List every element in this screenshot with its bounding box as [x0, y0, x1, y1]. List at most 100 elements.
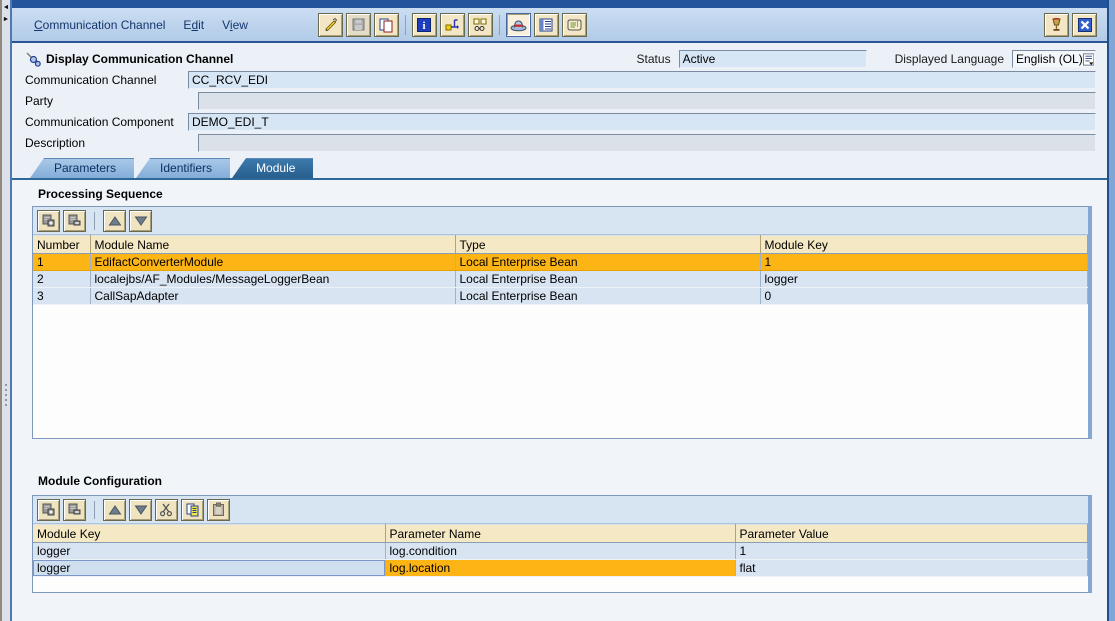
processing-sequence-toolbar	[33, 207, 1088, 235]
tab-parameters[interactable]: Parameters	[30, 158, 134, 178]
table-row-selected[interactable]: 1 EdifactConverterModule Local Enterpris…	[33, 254, 1088, 271]
cell-module-name[interactable]: CallSapAdapter	[90, 288, 455, 305]
communication-channel-field[interactable]: CC_RCV_EDI	[188, 71, 1096, 89]
main-panel: Communication Channel Edit View i	[12, 0, 1107, 621]
table-row[interactable]: 2 localejbs/AF_Modules/MessageLoggerBean…	[33, 271, 1088, 288]
cell-parameter-name-selected[interactable]: log.location	[385, 560, 735, 577]
cell-number[interactable]: 1	[33, 254, 90, 271]
tab-identifiers[interactable]: Identifiers	[136, 158, 230, 178]
cell-type[interactable]: Local Enterprise Bean	[455, 288, 760, 305]
table-row[interactable]: logger log.location flat	[33, 560, 1088, 577]
column-header-module-key[interactable]: Module Key	[33, 525, 385, 543]
cell-parameter-value[interactable]: flat	[735, 560, 1088, 577]
displayed-language-combo[interactable]: English (OL)	[1012, 50, 1096, 68]
cell-module-name[interactable]: localejbs/AF_Modules/MessageLoggerBean	[90, 271, 455, 288]
status-field[interactable]: Active	[679, 50, 867, 68]
cell-module-key[interactable]: logger	[33, 543, 385, 560]
cell-parameter-value[interactable]: 1	[735, 543, 1088, 560]
menu-edit[interactable]: Edit	[183, 18, 204, 32]
tab-strip: Parameters Identifiers Module	[12, 157, 1107, 180]
splitter-handle-icon[interactable]	[5, 384, 7, 406]
insert-row-button[interactable]	[37, 210, 60, 232]
tab-module[interactable]: Module	[232, 158, 313, 178]
cell-module-key[interactable]: 0	[760, 288, 1088, 305]
module-configuration-grid: Module Key Parameter Name Parameter Valu…	[32, 495, 1092, 593]
references-button[interactable]	[440, 13, 465, 37]
administration-button[interactable]	[506, 13, 531, 37]
insert-row-button[interactable]	[37, 499, 60, 521]
right-window-edge	[1107, 0, 1115, 621]
processing-sequence-heading: Processing Sequence	[25, 187, 1107, 201]
copy-object-button[interactable]	[374, 13, 399, 37]
description-field[interactable]	[198, 134, 1096, 152]
move-up-button[interactable]	[103, 210, 126, 232]
delete-row-button[interactable]	[63, 210, 86, 232]
audit-log-button[interactable]	[562, 13, 587, 37]
delete-row-button[interactable]	[63, 499, 86, 521]
menu-view[interactable]: View	[222, 18, 248, 32]
status-goblet-button[interactable]	[1044, 13, 1069, 37]
menu-communication-channel[interactable]: Communication Channel	[34, 18, 165, 32]
table-row[interactable]: 3 CallSapAdapter Local Enterprise Bean 0	[33, 288, 1088, 305]
column-header-type[interactable]: Type	[455, 236, 760, 254]
table-row[interactable]: logger log.condition 1	[33, 543, 1088, 560]
move-up-icon	[108, 215, 122, 227]
window-top-strip	[12, 0, 1107, 8]
communication-component-field[interactable]: DEMO_EDI_T	[188, 113, 1096, 131]
party-label: Party	[25, 92, 188, 108]
insert-row-icon	[41, 502, 56, 517]
move-down-button[interactable]	[129, 499, 152, 521]
column-header-parameter-name[interactable]: Parameter Name	[385, 525, 735, 543]
menu-label: V	[222, 18, 230, 32]
cell-parameter-name[interactable]: log.condition	[385, 543, 735, 560]
move-up-button[interactable]	[103, 499, 126, 521]
cell-number[interactable]: 2	[33, 271, 90, 288]
splitter-rail[interactable]: ◄ ►	[0, 0, 12, 621]
move-down-icon	[134, 215, 148, 227]
status-label: Status	[637, 52, 671, 66]
move-down-button[interactable]	[129, 210, 152, 232]
column-header-parameter-value[interactable]: Parameter Value	[735, 525, 1088, 543]
delete-row-icon	[67, 213, 82, 228]
form-row: Communication Channel CC_RCV_EDI	[25, 71, 1096, 92]
expand-right-icon[interactable]: ►	[3, 15, 10, 24]
processing-sequence-table: Number Module Name Type Module Key 1 Edi…	[33, 235, 1088, 305]
copy-rows-button[interactable]	[181, 499, 204, 521]
cell-module-name[interactable]: EdifactConverterModule	[90, 254, 455, 271]
move-up-icon	[108, 504, 122, 516]
form-row: Party	[25, 92, 1096, 113]
column-header-module-name[interactable]: Module Name	[90, 236, 455, 254]
cell-type[interactable]: Local Enterprise Bean	[455, 271, 760, 288]
table-header-row: Module Key Parameter Name Parameter Valu…	[33, 525, 1088, 543]
dropdown-list-icon[interactable]	[1083, 53, 1094, 66]
cell-module-key-focused[interactable]: logger	[33, 560, 385, 577]
cell-module-key[interactable]: 1	[760, 254, 1088, 271]
references-icon	[444, 17, 460, 33]
cell-number[interactable]: 3	[33, 288, 90, 305]
collapse-left-icon[interactable]: ◄	[3, 3, 10, 12]
column-header-number[interactable]: Number	[33, 236, 90, 254]
menu-bar: Communication Channel Edit View i	[12, 8, 1107, 43]
list-overview-button[interactable]	[534, 13, 559, 37]
close-button[interactable]	[1072, 13, 1097, 37]
info-button[interactable]: i	[412, 13, 437, 37]
party-field[interactable]	[198, 92, 1096, 110]
column-header-module-key[interactable]: Module Key	[760, 236, 1088, 254]
form-row: Communication Component DEMO_EDI_T	[25, 113, 1096, 134]
copy-icon	[185, 502, 200, 517]
module-tab-content: Processing Sequence	[12, 180, 1107, 621]
cell-type[interactable]: Local Enterprise Bean	[455, 254, 760, 271]
cell-module-key[interactable]: logger	[760, 271, 1088, 288]
edit-pencil-icon	[322, 17, 338, 33]
description-label: Description	[25, 134, 188, 150]
communication-channel-label: Communication Channel	[25, 71, 188, 87]
edit-button[interactable]	[318, 13, 343, 37]
save-button[interactable]	[346, 13, 371, 37]
paste-clipboard-icon	[211, 502, 226, 517]
cut-button[interactable]	[155, 499, 178, 521]
paste-button[interactable]	[207, 499, 230, 521]
toolbar-separator	[405, 15, 406, 35]
delete-row-icon	[67, 502, 82, 517]
compare-objects-button[interactable]	[468, 13, 493, 37]
header-form: Display Communication Channel Status Act…	[12, 43, 1107, 157]
